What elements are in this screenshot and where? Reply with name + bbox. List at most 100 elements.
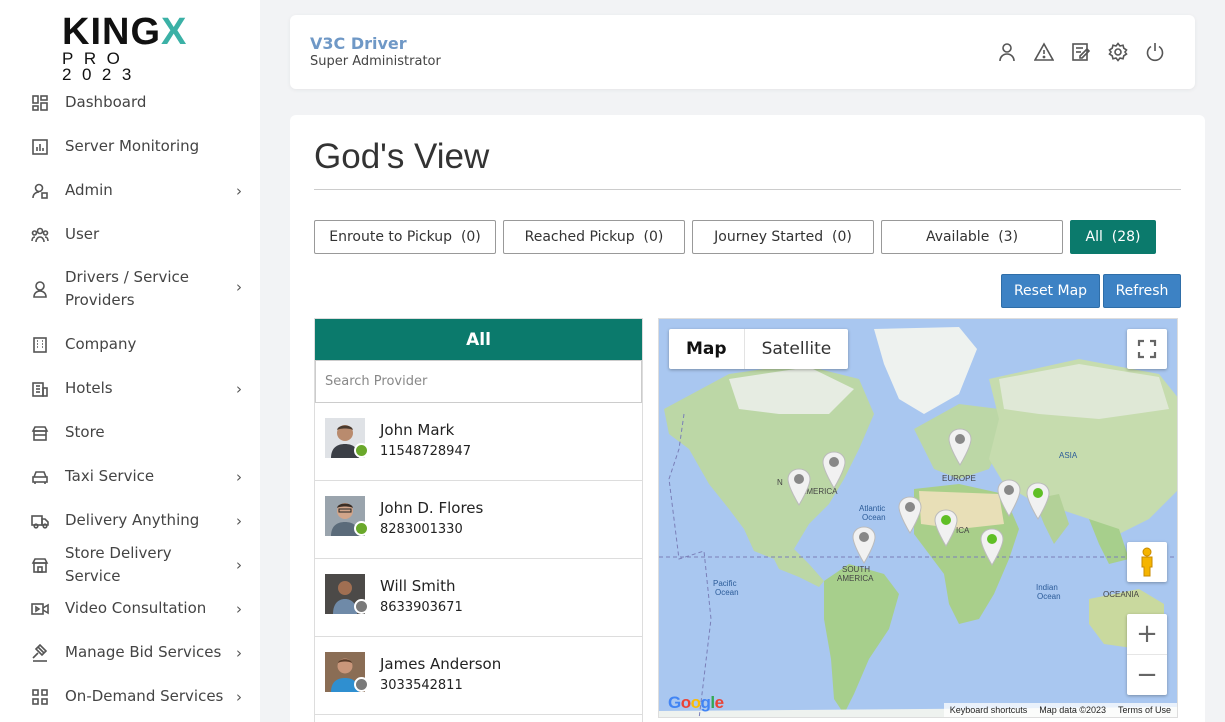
sidebar-item-delivery-anything[interactable]: Delivery Anything › <box>0 509 260 532</box>
user-role: Super Administrator <box>310 54 441 69</box>
sidebar-item-store[interactable]: Store <box>0 421 260 444</box>
map-label-pacific-a: Pacific <box>713 579 737 588</box>
sidebar-item-on-demand[interactable]: On-Demand Services › <box>0 685 260 708</box>
map-marker-offline[interactable] <box>947 427 973 467</box>
filter-available[interactable]: Available (3) <box>881 220 1063 254</box>
sidebar-item-taxi[interactable]: Taxi Service › <box>0 465 260 488</box>
pegman-icon <box>1141 547 1153 577</box>
logo-subtitle: PRO 2023 <box>62 49 142 84</box>
map-label-oceania: OCEANIA <box>1103 590 1140 599</box>
edit-icon[interactable] <box>1071 42 1091 62</box>
chevron-right-icon: › <box>236 278 242 296</box>
map-label-south-america-a: SOUTH <box>842 565 870 574</box>
provider-row[interactable]: John D. Flores 8283001330 <box>315 481 642 559</box>
admin-icon <box>31 182 49 200</box>
sidebar: KINGX PRO 2023 Dashboard Server Monitori… <box>0 0 260 722</box>
company-icon <box>31 336 49 354</box>
map-label-indian-a: Indian <box>1036 583 1058 592</box>
provider-phone: 8283001330 <box>380 522 463 537</box>
sidebar-item-admin[interactable]: Admin › <box>0 179 260 202</box>
video-icon <box>31 600 49 618</box>
profile-icon[interactable] <box>997 42 1017 62</box>
filter-reached-pickup[interactable]: Reached Pickup (0) <box>503 220 685 254</box>
chevron-right-icon: › <box>236 181 242 200</box>
store-delivery-icon <box>31 556 49 574</box>
fullscreen-icon <box>1137 339 1157 359</box>
provider-phone: 3033542811 <box>380 678 463 693</box>
store-icon <box>31 424 49 442</box>
sidebar-item-video-consultation[interactable]: Video Consultation › <box>0 597 260 620</box>
map-marker-online[interactable] <box>1025 481 1051 521</box>
provider-row[interactable]: James Anderson 3033542811 <box>315 637 642 715</box>
map-marker-offline[interactable] <box>897 495 923 535</box>
filter-all[interactable]: All (28) <box>1070 220 1156 254</box>
zoom-out-button[interactable]: − <box>1127 655 1167 695</box>
map-label-atlantic-a: Atlantic <box>859 504 886 513</box>
provider-list-header: All <box>315 319 642 360</box>
chevron-right-icon: › <box>236 379 242 398</box>
filter-enroute-pickup[interactable]: Enroute to Pickup (0) <box>314 220 496 254</box>
logo-wordmark: KINGX <box>62 11 188 53</box>
map-marker-online[interactable] <box>979 527 1005 567</box>
map-marker-offline[interactable] <box>851 525 877 565</box>
provider-name: James Anderson <box>380 655 502 673</box>
world-map[interactable]: ASIA EUROPE N AMERICA ICA SOUTH AMERICA … <box>658 318 1178 718</box>
zoom-in-button[interactable]: + <box>1127 615 1167 655</box>
filter-journey-started[interactable]: Journey Started (0) <box>692 220 874 254</box>
sidebar-item-store-delivery[interactable]: Store Delivery Service › <box>0 544 260 585</box>
map-marker-offline[interactable] <box>996 478 1022 518</box>
offline-status-badge <box>354 677 369 692</box>
map-label-atlantic-b: Ocean <box>862 513 886 522</box>
taxi-icon <box>31 468 49 486</box>
dashboard-icon <box>31 94 49 112</box>
gavel-icon <box>31 643 49 662</box>
map-type-map-button[interactable]: Map <box>669 329 745 369</box>
street-view-pegman[interactable] <box>1127 542 1167 582</box>
map-marker-offline[interactable] <box>821 450 847 490</box>
provider-list: All John Mark 11548728947 John D. Flores… <box>314 318 643 722</box>
sidebar-item-drivers[interactable]: Drivers / Service Providers › <box>0 266 260 312</box>
server-monitoring-icon <box>31 138 49 156</box>
keyboard-shortcuts-link[interactable]: Keyboard shortcuts <box>950 705 1028 715</box>
search-provider-input[interactable] <box>315 360 642 403</box>
online-status-badge <box>354 443 369 458</box>
online-status-badge <box>354 521 369 536</box>
provider-row[interactable]: Will Smith 8633903671 <box>315 559 642 637</box>
map-label-asia: ASIA <box>1059 451 1078 460</box>
logo[interactable]: KINGX PRO 2023 <box>62 11 202 84</box>
gods-view-panel: God's View Enroute to Pickup (0) Reached… <box>290 115 1205 722</box>
alert-icon[interactable] <box>1033 42 1055 62</box>
map-type-satellite-button[interactable]: Satellite <box>745 329 849 369</box>
map-data-attribution: Map data ©2023 <box>1039 705 1106 715</box>
sidebar-item-manage-bid[interactable]: Manage Bid Services › <box>0 641 260 664</box>
chevron-right-icon: › <box>236 599 242 618</box>
chevron-right-icon: › <box>236 643 242 662</box>
power-icon[interactable] <box>1145 42 1165 62</box>
sidebar-item-user[interactable]: User <box>0 223 260 246</box>
hotel-icon <box>31 380 49 398</box>
sidebar-item-dashboard[interactable]: Dashboard <box>0 91 260 114</box>
fullscreen-button[interactable] <box>1127 329 1167 369</box>
chevron-right-icon: › <box>236 467 242 486</box>
settings-icon[interactable] <box>1108 42 1128 62</box>
provider-name: John Mark <box>380 421 455 439</box>
map-marker-offline[interactable] <box>786 467 812 507</box>
terms-of-use-link[interactable]: Terms of Use <box>1118 705 1171 715</box>
map-type-control: Map Satellite <box>669 329 849 369</box>
google-logo: Google <box>668 693 724 712</box>
map-marker-online[interactable] <box>933 508 959 548</box>
provider-name: John D. Flores <box>380 499 484 517</box>
sidebar-item-company[interactable]: Company <box>0 333 260 356</box>
map-label-south-america-b: AMERICA <box>837 574 874 583</box>
chevron-right-icon: › <box>236 555 242 574</box>
truck-icon <box>31 512 49 530</box>
user-group-icon <box>31 226 49 244</box>
offline-status-badge <box>354 599 369 614</box>
zoom-control: + − <box>1127 614 1167 695</box>
reset-map-button[interactable]: Reset Map <box>1001 274 1100 308</box>
provider-row[interactable]: John Mark 11548728947 <box>315 403 642 481</box>
top-header: V3C Driver Super Administrator <box>290 15 1195 89</box>
sidebar-item-hotels[interactable]: Hotels › <box>0 377 260 400</box>
sidebar-item-server-monitoring[interactable]: Server Monitoring <box>0 135 260 158</box>
refresh-button[interactable]: Refresh <box>1103 274 1181 308</box>
